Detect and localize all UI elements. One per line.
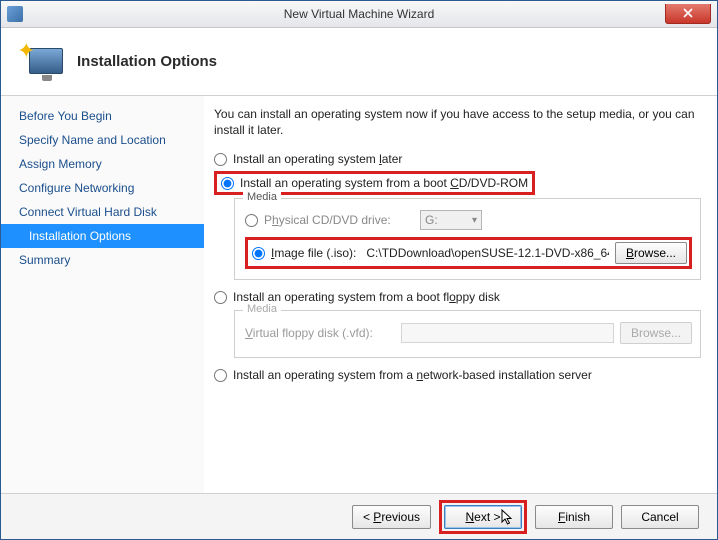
row-physical-drive: Physical CD/DVD drive: G: bbox=[245, 207, 692, 233]
step-specify-name[interactable]: Specify Name and Location bbox=[1, 128, 204, 152]
radio-install-network[interactable] bbox=[214, 369, 227, 382]
window-title: New Virtual Machine Wizard bbox=[1, 7, 717, 21]
input-vfd-path bbox=[401, 323, 614, 343]
step-connect-vhd[interactable]: Connect Virtual Hard Disk bbox=[1, 200, 204, 224]
wizard-footer: < Previous Next > Finish Cancel bbox=[1, 493, 717, 539]
image-file-path: C:\TDDownload\openSUSE-12.1-DVD-x86_64.i… bbox=[362, 246, 609, 260]
step-before-you-begin[interactable]: Before You Begin bbox=[1, 104, 204, 128]
combo-physical-drive[interactable]: G: bbox=[420, 210, 482, 230]
step-summary[interactable]: Summary bbox=[1, 248, 204, 272]
wizard-steps-sidebar: Before You Begin Specify Name and Locati… bbox=[1, 96, 204, 493]
media-cd-legend: Media bbox=[243, 191, 281, 203]
label-install-network: Install an operating system from a netwo… bbox=[233, 368, 592, 382]
next-button[interactable]: Next > bbox=[444, 505, 522, 529]
intro-text: You can install an operating system now … bbox=[214, 106, 701, 138]
label-install-later: Install an operating system later bbox=[233, 152, 402, 166]
label-physical-drive: Physical CD/DVD drive: bbox=[264, 213, 414, 227]
wizard-body: Before You Begin Specify Name and Locati… bbox=[1, 96, 717, 493]
media-floppy-legend: Media bbox=[243, 303, 281, 315]
wizard-content: You can install an operating system now … bbox=[204, 96, 717, 493]
browse-iso-button[interactable]: Browse... bbox=[615, 242, 687, 264]
option-install-later[interactable]: Install an operating system later bbox=[214, 150, 701, 169]
titlebar: New Virtual Machine Wizard bbox=[1, 1, 717, 28]
step-installation-options[interactable]: Installation Options bbox=[1, 224, 204, 248]
wizard-icon: ✦ bbox=[19, 40, 63, 84]
step-assign-memory[interactable]: Assign Memory bbox=[1, 152, 204, 176]
label-install-floppy: Install an operating system from a boot … bbox=[233, 290, 500, 304]
page-heading: Installation Options bbox=[77, 53, 217, 70]
previous-button[interactable]: < Previous bbox=[352, 505, 431, 529]
highlight-next-button: Next > bbox=[439, 500, 527, 534]
app-icon bbox=[7, 6, 23, 22]
step-configure-networking[interactable]: Configure Networking bbox=[1, 176, 204, 200]
browse-vfd-button: Browse... bbox=[620, 322, 692, 344]
close-icon bbox=[683, 8, 693, 18]
cancel-button[interactable]: Cancel bbox=[621, 505, 699, 529]
media-floppy-group: Media Virtual floppy disk (.vfd): Browse… bbox=[234, 310, 701, 358]
label-vfd: Virtual floppy disk (.vfd): bbox=[245, 326, 395, 340]
wizard-header: ✦ Installation Options bbox=[1, 28, 717, 96]
radio-install-floppy[interactable] bbox=[214, 291, 227, 304]
option-install-floppy[interactable]: Install an operating system from a boot … bbox=[214, 288, 701, 307]
radio-physical-drive[interactable] bbox=[245, 214, 258, 227]
finish-button[interactable]: Finish bbox=[535, 505, 613, 529]
radio-image-file[interactable] bbox=[252, 247, 265, 260]
highlight-image-file-row: Image file (.iso): C:\TDDownload\openSUS… bbox=[245, 237, 692, 269]
radio-install-later[interactable] bbox=[214, 153, 227, 166]
row-vfd: Virtual floppy disk (.vfd): Browse... bbox=[245, 319, 692, 347]
close-button[interactable] bbox=[665, 4, 711, 24]
radio-install-cd[interactable] bbox=[221, 177, 234, 190]
label-image-file: Image file (.iso): bbox=[271, 246, 356, 260]
cursor-icon bbox=[501, 509, 515, 527]
option-install-network[interactable]: Install an operating system from a netwo… bbox=[214, 366, 701, 385]
label-install-cd: Install an operating system from a boot … bbox=[240, 176, 528, 190]
media-cd-group: Media Physical CD/DVD drive: G: Image fi… bbox=[234, 198, 701, 280]
